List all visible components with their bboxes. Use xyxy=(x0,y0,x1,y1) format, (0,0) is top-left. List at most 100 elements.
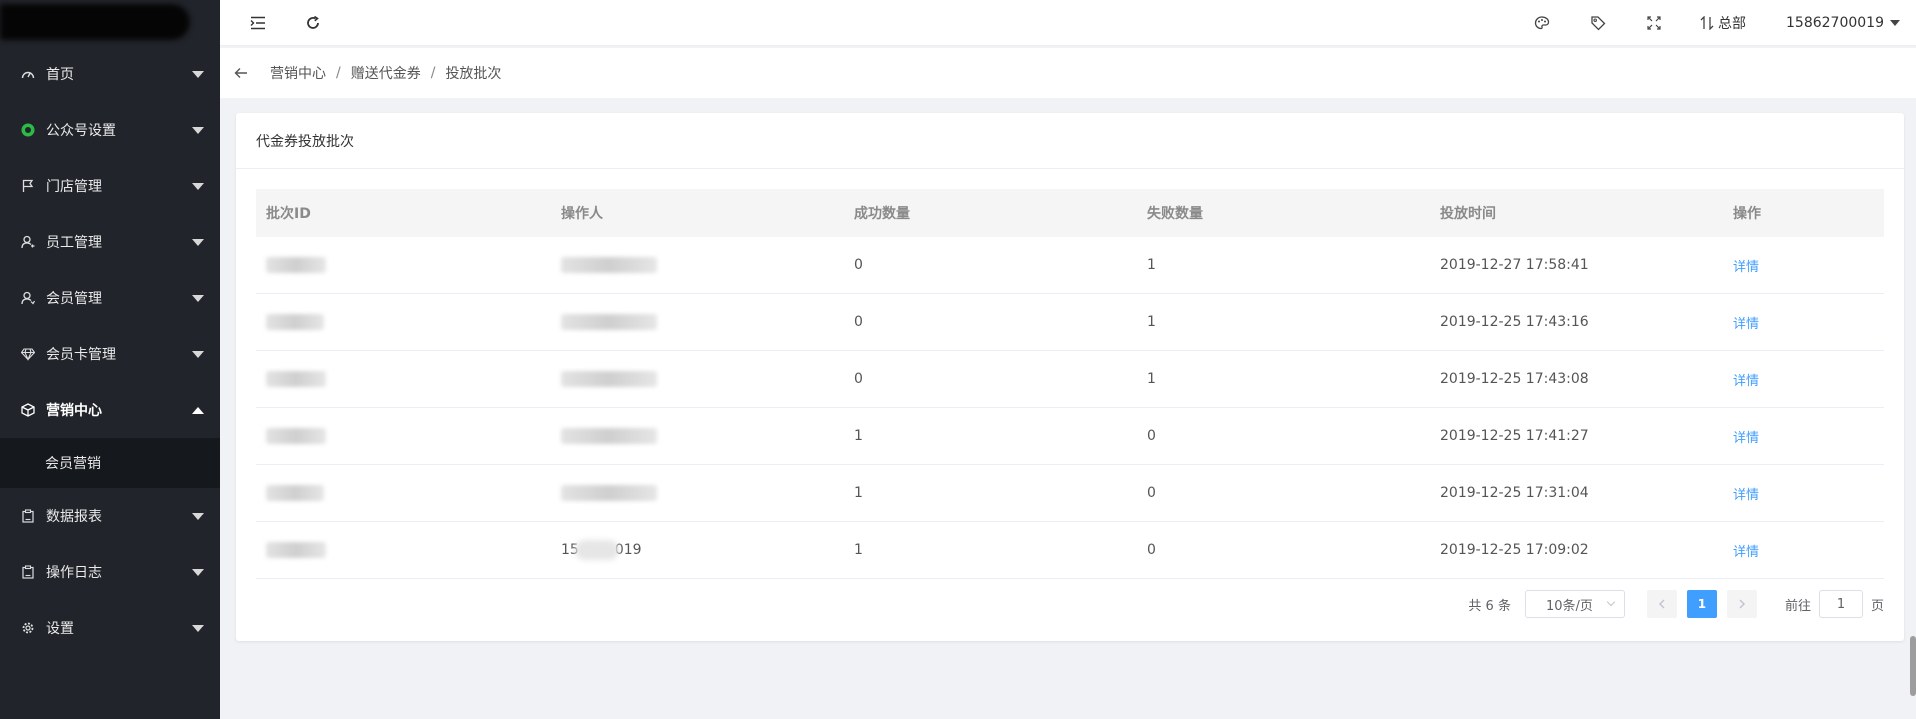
issue-time: 2019-12-25 17:43:08 xyxy=(1440,371,1589,387)
breadcrumb-separator: / xyxy=(336,65,341,81)
sidebar-item-operation-log[interactable]: 操作日志 xyxy=(0,544,220,600)
redacted-phone-middle xyxy=(574,540,619,560)
sidebar-item-label: 门店管理 xyxy=(46,179,102,195)
issue-time: 2019-12-27 17:58:41 xyxy=(1440,257,1589,273)
tag-icon[interactable] xyxy=(1588,13,1608,33)
submenu-marketing: 会员营销 xyxy=(0,438,220,488)
details-link[interactable]: 详情 xyxy=(1733,317,1759,332)
caret-down-icon xyxy=(192,295,204,302)
flag-icon xyxy=(20,178,36,194)
col-fail-count: 失败数量 xyxy=(1147,206,1203,222)
col-batch-id: 批次ID xyxy=(266,206,311,222)
sidebar-item-label: 首页 xyxy=(46,67,74,83)
caret-down-icon xyxy=(192,183,204,190)
issue-time: 2019-12-25 17:43:16 xyxy=(1440,314,1589,330)
breadcrumb-gift-voucher[interactable]: 赠送代金券 xyxy=(351,63,421,83)
sidebar-item-member-card-management[interactable]: 会员卡管理 xyxy=(0,326,220,382)
fullscreen-icon[interactable] xyxy=(1644,13,1664,33)
caret-down-icon xyxy=(1890,20,1900,26)
goto-page-input[interactable]: 1 xyxy=(1818,590,1863,618)
goto-page: 前往 1 页 xyxy=(1785,590,1884,618)
sidebar-item-label: 会员卡管理 xyxy=(46,347,116,363)
sidebar-item-label: 员工管理 xyxy=(46,235,102,251)
next-page-button[interactable] xyxy=(1726,590,1757,618)
fail-count: 0 xyxy=(1147,485,1156,501)
dashboard-icon xyxy=(20,66,36,82)
sidebar-item-data-reports[interactable]: 数据报表 xyxy=(0,488,220,544)
table-row: 15 019 1 0 2019-12-25 17:09:02 详情 xyxy=(256,522,1884,579)
sidebar-item-member-management[interactable]: 会员管理 xyxy=(0,270,220,326)
theme-palette-icon[interactable] xyxy=(1532,13,1552,33)
caret-down-icon xyxy=(192,127,204,134)
col-success-count: 成功数量 xyxy=(854,206,910,222)
fail-count: 1 xyxy=(1147,314,1156,330)
col-actions: 操作 xyxy=(1733,206,1761,222)
caret-down-icon xyxy=(192,351,204,358)
sidebar-item-label: 操作日志 xyxy=(46,565,102,581)
redacted-operator xyxy=(561,314,657,330)
col-operator: 操作人 xyxy=(561,206,603,222)
chevron-right-icon xyxy=(1739,599,1745,609)
breadcrumb: 营销中心 / 赠送代金券 / 投放批次 xyxy=(220,48,1916,98)
sidebar-item-home[interactable]: 首页 xyxy=(0,46,220,102)
breadcrumb-current: 投放批次 xyxy=(445,66,502,82)
batch-table: 批次ID 操作人 成功数量 失败数量 投放时间 操作 0 1 2019-12-2… xyxy=(256,189,1884,579)
details-link[interactable]: 详情 xyxy=(1733,260,1759,275)
box-icon xyxy=(20,402,36,418)
success-count: 1 xyxy=(854,428,863,444)
sidebar-item-settings[interactable]: 设置 xyxy=(0,600,220,656)
pagination-total: 共 6 条 xyxy=(1468,598,1511,614)
username: 15862700019 xyxy=(1786,15,1884,31)
clipboard-icon xyxy=(20,564,36,580)
details-link[interactable]: 详情 xyxy=(1733,545,1759,560)
sidebar-item-staff-management[interactable]: 员工管理 xyxy=(0,214,220,270)
back-arrow-icon[interactable] xyxy=(234,67,252,79)
chevron-down-icon xyxy=(1606,597,1616,607)
fail-count: 1 xyxy=(1147,371,1156,387)
diamond-icon xyxy=(20,346,36,362)
switch-icon xyxy=(1700,16,1714,30)
refresh-button[interactable] xyxy=(303,13,323,33)
sidebar-item-store-management[interactable]: 门店管理 xyxy=(0,158,220,214)
caret-down-icon xyxy=(192,569,204,576)
success-count: 0 xyxy=(854,314,863,330)
table-row: 1 0 2019-12-25 17:41:27 详情 xyxy=(256,408,1884,465)
table-row: 0 1 2019-12-27 17:58:41 详情 xyxy=(256,237,1884,294)
page-scrollbar[interactable] xyxy=(1910,636,1916,696)
details-link[interactable]: 详情 xyxy=(1733,488,1759,503)
breadcrumb-marketing-center[interactable]: 营销中心 xyxy=(270,63,326,83)
breadcrumb-separator: / xyxy=(430,65,436,81)
redacted-batch-id xyxy=(266,428,326,444)
redacted-batch-id xyxy=(266,371,326,387)
pagination: 共 6 条 10条/页 1 前往 1 页 xyxy=(1468,590,1884,618)
col-issue-time: 投放时间 xyxy=(1440,206,1496,222)
caret-down-icon xyxy=(192,625,204,632)
refresh-icon xyxy=(307,15,319,29)
sidebar-item-marketing-center[interactable]: 营销中心 xyxy=(0,382,220,438)
caret-down-icon xyxy=(192,513,204,520)
fail-count: 0 xyxy=(1147,542,1156,558)
user-menu[interactable]: 15862700019 xyxy=(1786,15,1900,31)
sidebar-subitem-member-marketing[interactable]: 会员营销 xyxy=(0,438,220,488)
issue-time: 2019-12-25 17:31:04 xyxy=(1440,485,1589,501)
redacted-batch-id xyxy=(266,257,326,273)
header-right: 总部 15862700019 xyxy=(1532,0,1900,46)
sidebar-item-wechat-settings[interactable]: 公众号设置 xyxy=(0,102,220,158)
issue-time: 2019-12-25 17:09:02 xyxy=(1440,542,1589,558)
member-icon xyxy=(20,290,36,306)
wechat-icon xyxy=(20,122,36,138)
collapse-menu-button[interactable] xyxy=(248,13,268,33)
page-size-select[interactable]: 10条/页 xyxy=(1524,590,1625,618)
page-number-1[interactable]: 1 xyxy=(1686,590,1717,618)
store-switch-button[interactable]: 总部 xyxy=(1700,13,1746,33)
operator-phone: 15 019 xyxy=(561,540,642,560)
table-row: 0 1 2019-12-25 17:43:08 详情 xyxy=(256,351,1884,408)
prev-page-button[interactable] xyxy=(1646,590,1677,618)
success-count: 1 xyxy=(854,485,863,501)
gear-icon xyxy=(20,620,36,636)
details-link[interactable]: 详情 xyxy=(1733,374,1759,389)
redacted-batch-id xyxy=(266,542,326,558)
details-link[interactable]: 详情 xyxy=(1733,431,1759,446)
caret-up-icon xyxy=(192,407,204,414)
table-header: 批次ID 操作人 成功数量 失败数量 投放时间 操作 xyxy=(256,189,1884,237)
